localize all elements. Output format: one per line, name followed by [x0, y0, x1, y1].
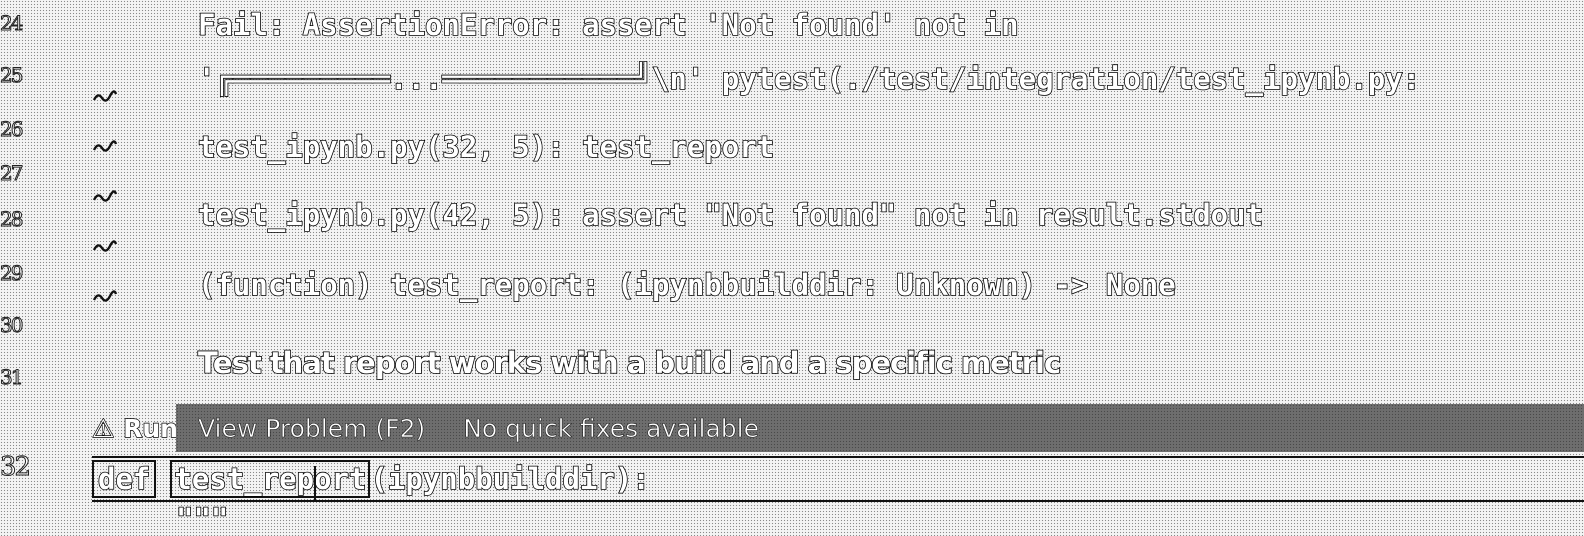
no-quick-fixes-label: No quick fixes available — [463, 413, 759, 443]
fail-detail-location[interactable]: \n' pytest(./test/integration/test_ipynb… — [651, 61, 1421, 97]
function-signature: (function) test_report: (ipynbbuilddir: … — [197, 267, 1176, 303]
line-number: 31 — [0, 365, 24, 389]
function-name: test_report — [174, 461, 368, 497]
error-squiggle-icon — [92, 240, 118, 252]
current-code-line[interactable]: def test_report (ipynbbuilddir): — [92, 456, 1584, 502]
function-args: (ipynbbuilddir): — [370, 461, 651, 497]
fail-detail-prefix: ' — [197, 61, 216, 97]
view-problem-link[interactable]: View Problem (F2) — [198, 413, 426, 443]
function-name-token[interactable]: test_report — [170, 460, 371, 500]
def-keyword: def — [92, 460, 157, 498]
line-number: 25 — [0, 63, 24, 87]
fail-detail-box-chars: ╔═════════...═══════════╝ — [215, 61, 653, 97]
error-squiggle-icon — [92, 90, 118, 102]
stack-frame-link[interactable]: test_ipynb.py(32, 5): test_report — [197, 129, 775, 165]
docstring: Test that report works with a build and … — [197, 345, 1062, 381]
assertion-fail-detail: '╔═════════...═══════════╝\n' pytest(./t… — [197, 61, 1421, 97]
line-number: 29 — [0, 261, 24, 285]
run-test-codelens[interactable]: ⚠ Run — [92, 410, 176, 446]
stack-frame-link[interactable]: test_ipynb.py(42, 5): assert "Not found"… — [197, 197, 1264, 233]
line-number: 32 — [0, 452, 32, 482]
line-number: 24 — [0, 11, 24, 35]
hover-status-bar: View Problem (F2) No quick fixes availab… — [176, 404, 1584, 452]
error-squiggle-icon — [92, 190, 118, 202]
line-number: 26 — [0, 117, 24, 141]
text-cursor — [314, 466, 317, 500]
line-number: 28 — [0, 207, 24, 231]
error-squiggle-icon — [92, 140, 118, 152]
docstring-open: """ — [175, 501, 229, 536]
line-number: 30 — [0, 313, 24, 337]
line-number: 27 — [0, 161, 24, 185]
error-squiggle-icon — [92, 290, 118, 302]
assertion-fail-message: Fail: AssertionError: assert 'Not found'… — [197, 7, 1019, 43]
